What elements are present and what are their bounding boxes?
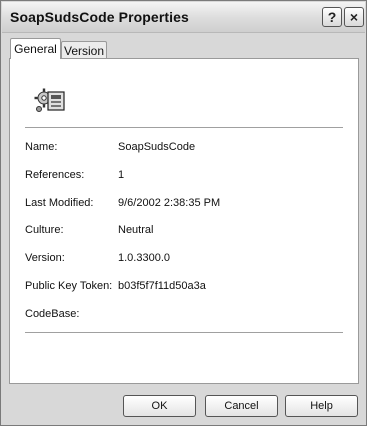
- general-tab-panel: Name: SoapSudsCode References: 1 Last Mo…: [9, 58, 359, 384]
- help-glyph: ?: [327, 9, 337, 25]
- ok-button[interactable]: OK: [123, 395, 196, 417]
- name-value: SoapSudsCode: [118, 141, 196, 153]
- version-value: 1.0.3300.0: [118, 252, 170, 264]
- assembly-icon: [34, 88, 65, 112]
- help-icon[interactable]: ?: [322, 7, 342, 27]
- bottom-separator: [25, 332, 343, 333]
- name-label: Name:: [25, 141, 58, 153]
- properties-dialog: SoapSudsCode Properties ? × General Vers…: [0, 0, 367, 426]
- cancel-button[interactable]: Cancel: [205, 395, 278, 417]
- last-modified-label: Last Modified:: [25, 197, 94, 209]
- cancel-button-label: Cancel: [224, 400, 259, 412]
- close-glyph: ×: [349, 9, 359, 25]
- public-key-token-label: Public Key Token:: [25, 280, 113, 292]
- ok-button-label: OK: [151, 400, 168, 412]
- codebase-label: CodeBase:: [25, 308, 80, 320]
- close-icon[interactable]: ×: [344, 7, 364, 27]
- tab-general-label: General: [14, 42, 57, 56]
- version-label: Version:: [25, 252, 65, 264]
- title-bar[interactable]: SoapSudsCode Properties ? ×: [2, 2, 365, 33]
- help-button[interactable]: Help: [285, 395, 358, 417]
- public-key-token-value: b03f5f7f11d50a3a: [118, 280, 206, 292]
- references-label: References:: [25, 169, 85, 181]
- help-button-label: Help: [310, 400, 333, 412]
- window-title: SoapSudsCode Properties: [10, 9, 189, 25]
- references-value: 1: [118, 169, 125, 181]
- top-separator: [25, 127, 343, 128]
- last-modified-value: 9/6/2002 2:38:35 PM: [118, 197, 221, 209]
- tab-version-label: Version: [63, 44, 105, 58]
- culture-value: Neutral: [118, 224, 154, 236]
- culture-label: Culture:: [25, 224, 64, 236]
- tab-general[interactable]: General: [10, 38, 61, 59]
